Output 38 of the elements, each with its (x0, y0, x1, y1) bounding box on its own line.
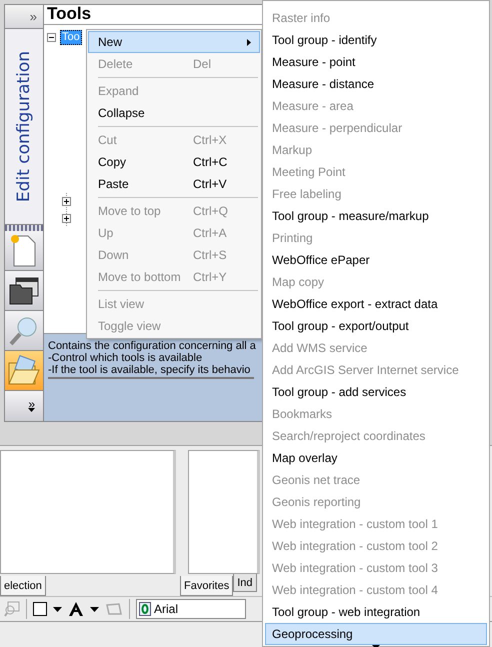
expand-button[interactable]: » (5, 5, 43, 29)
menu-item[interactable]: Copy Ctrl+C (88, 151, 260, 173)
menu-item[interactable]: New (88, 31, 260, 53)
description-text: -If the tool is available, specify its behavio (48, 364, 250, 376)
tree-node[interactable]: Too (60, 30, 82, 44)
sidebar-button[interactable] (5, 271, 43, 311)
description-text: Contains the configuration concerning all a (48, 340, 256, 352)
expand-icon[interactable] (62, 214, 71, 222)
menu-item[interactable]: WebOffice export - extract data (265, 293, 487, 315)
sidebar-title: Edit configuration (14, 50, 34, 202)
menu-item[interactable]: Tool group - export/output (265, 315, 487, 337)
menu-item[interactable]: Map overlay (265, 447, 487, 469)
expand-icon[interactable] (62, 196, 71, 206)
description-text: -Control which tools is available (48, 352, 202, 364)
menu-item[interactable]: Tool group - web integration (265, 601, 487, 623)
menu-item[interactable]: Paste Ctrl+V (88, 173, 260, 195)
menu-item[interactable]: Measure - point (265, 51, 487, 73)
tab[interactable]: election (0, 576, 46, 596)
folder-icon (7, 354, 41, 386)
menu-item[interactable]: Tool group - add services (265, 381, 487, 403)
menu-item[interactable]: Collapse (88, 102, 260, 124)
tab[interactable]: Favorites (180, 576, 234, 596)
menu-item[interactable]: Tool group - identify (265, 29, 487, 51)
folder-window-icon (8, 274, 40, 306)
caret-icon (28, 408, 35, 412)
font-field[interactable]: Arial (136, 599, 246, 619)
menu-item[interactable]: Tool group - measure/markup (265, 205, 487, 227)
tab[interactable]: Ind (233, 574, 257, 592)
menu-item[interactable]: Geoprocessing (265, 623, 487, 645)
collapse-icon[interactable] (47, 32, 56, 42)
menu-item[interactable]: Measure - distance (265, 73, 487, 95)
dropdown-icon[interactable] (53, 606, 62, 612)
fill-color-icon[interactable] (33, 602, 47, 616)
font-type-icon (139, 602, 151, 616)
dropdown-icon[interactable] (90, 606, 99, 612)
font-color-icon[interactable] (68, 601, 84, 617)
menu-item[interactable]: WebOffice ePaper (265, 249, 487, 271)
more-button[interactable]: » (5, 391, 43, 421)
